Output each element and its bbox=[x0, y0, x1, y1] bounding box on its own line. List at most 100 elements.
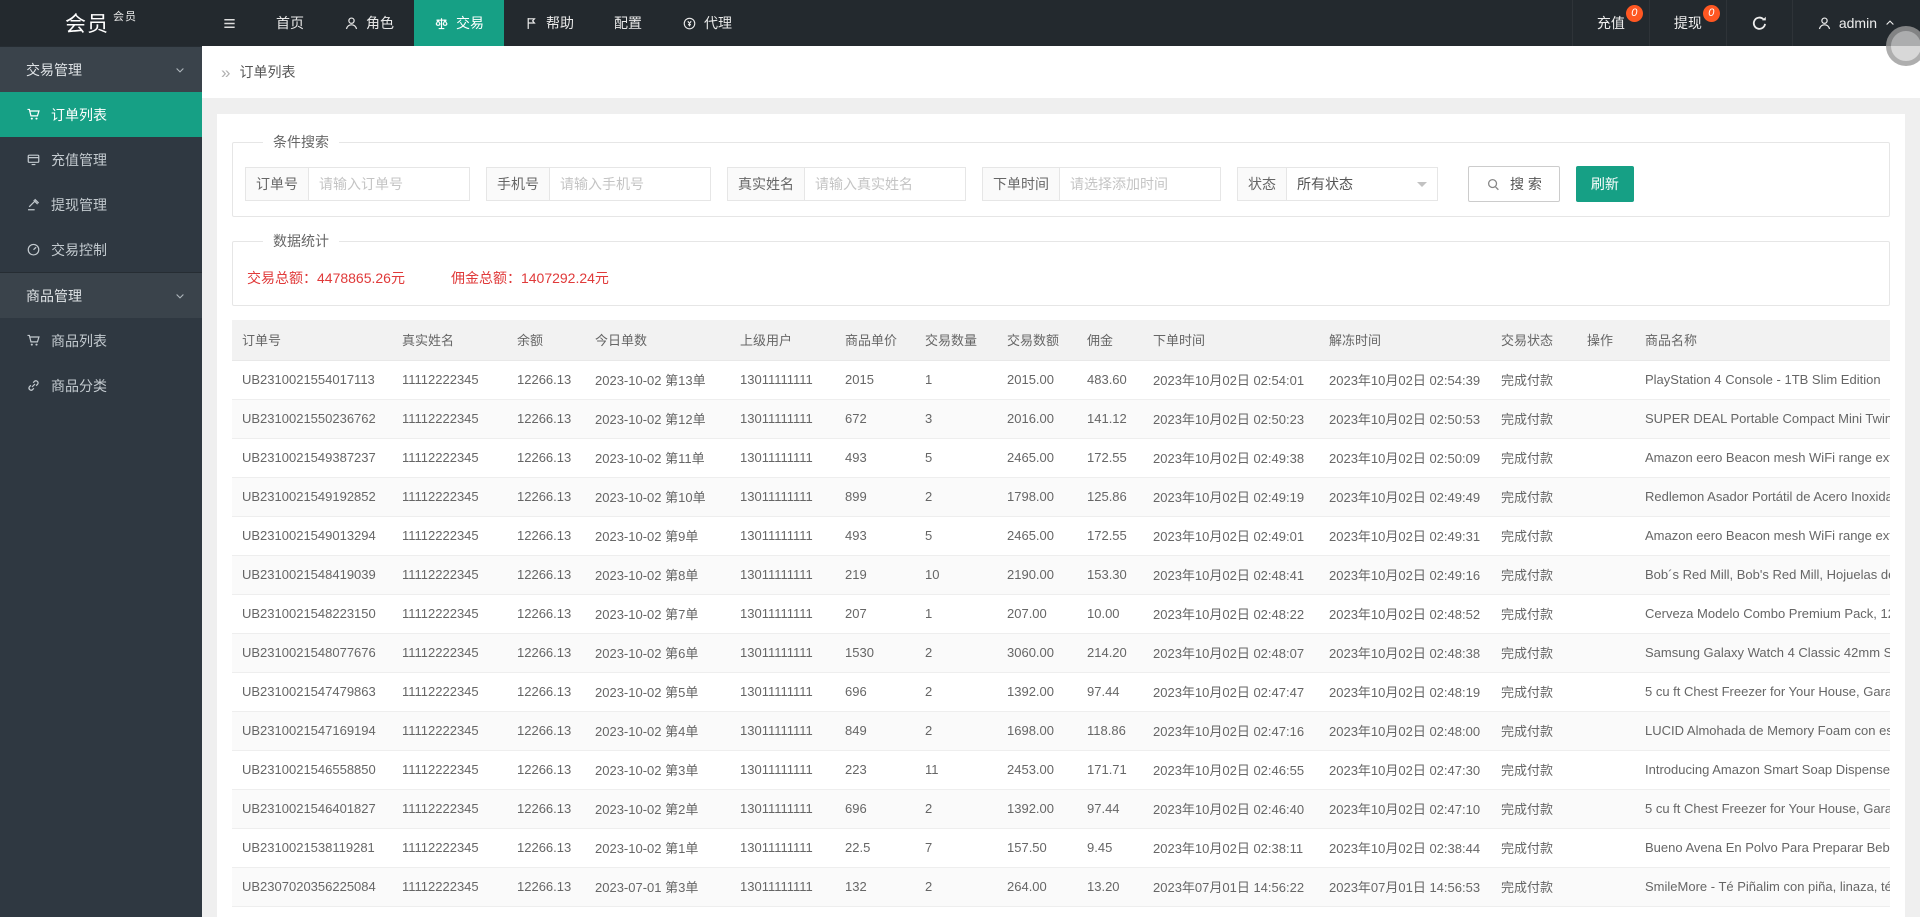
sidebar-item-trade-control[interactable]: 交易控制 bbox=[0, 227, 202, 272]
cell-amount: 2190.00 bbox=[997, 555, 1077, 595]
cell-real-name: 11112222345 bbox=[392, 594, 507, 634]
cell-unfreeze-time: 2023年10月02日 02:48:38 bbox=[1319, 633, 1491, 673]
cell-parent-user: 13011111111 bbox=[730, 711, 835, 751]
status-select[interactable]: 所有状态 bbox=[1286, 167, 1438, 201]
sidebar-section-product-management[interactable]: 商品管理 bbox=[0, 272, 202, 318]
column-header-product-name: 商品名称 bbox=[1635, 320, 1890, 361]
stats-line: 交易总额：4478865.26元 佣金总额：1407292.24元 bbox=[245, 265, 1877, 291]
cell-commission: 13.20 bbox=[1077, 867, 1143, 907]
cell-status: 完成付款 bbox=[1491, 828, 1577, 868]
cell-today-count: 2023-10-02 第12单 bbox=[585, 399, 730, 439]
cell-today-count: 2023-10-02 第4单 bbox=[585, 711, 730, 751]
cell-unfreeze-time: 2023年10月02日 02:38:44 bbox=[1319, 828, 1491, 868]
table-row: UB2310021548077676 11112222345 12266.13 202… bbox=[232, 633, 1890, 673]
sidebar-item-recharge-management[interactable]: 充值管理 bbox=[0, 137, 202, 182]
sidebar-item-product-list[interactable]: 商品列表 bbox=[0, 318, 202, 363]
cell-quantity: 11 bbox=[915, 750, 997, 790]
refresh-list-button[interactable]: 刷新 bbox=[1575, 166, 1634, 202]
status-label: 状态 bbox=[1237, 167, 1286, 201]
cell-commission: 171.71 bbox=[1077, 750, 1143, 790]
cell-real-name: 11112222345 bbox=[392, 750, 507, 790]
cell-unfreeze-time: 2023年10月02日 02:47:10 bbox=[1319, 789, 1491, 829]
menu-toggle-icon[interactable] bbox=[202, 0, 256, 46]
cell-commission: 9.45 bbox=[1077, 828, 1143, 868]
column-header-commission: 佣金 bbox=[1077, 320, 1143, 361]
cell-order-time: 2023年10月02日 02:48:22 bbox=[1143, 594, 1319, 634]
cell-unfreeze-time: 2023年10月02日 02:47:30 bbox=[1319, 750, 1491, 790]
cell-today-count: 2023-10-02 第9单 bbox=[585, 516, 730, 556]
withdraw-badge: 0 bbox=[1702, 5, 1720, 22]
sidebar-item-withdraw-management[interactable]: 提现管理 bbox=[0, 182, 202, 227]
cell-balance: 12266.13 bbox=[507, 906, 585, 917]
cell-quantity: 10 bbox=[915, 555, 997, 595]
table-row: UB2310021550236762 11112222345 12266.13 202… bbox=[232, 399, 1890, 439]
cell-balance: 12266.13 bbox=[507, 516, 585, 556]
table-row: UB2310021546558850 11112222345 12266.13 202… bbox=[232, 750, 1890, 790]
cell-commission: 97.44 bbox=[1077, 672, 1143, 712]
cell-action bbox=[1577, 828, 1635, 868]
sidebar-item-order-list[interactable]: 订单列表 bbox=[0, 92, 202, 137]
cell-today-count: 2023-07-01 第3单 bbox=[585, 867, 730, 907]
cell-action bbox=[1577, 360, 1635, 400]
main-content: » 订单列表 条件搜索 订单号 手机号 真实姓名 下单时间 bbox=[202, 46, 1920, 917]
cell-amount: 1698.00 bbox=[997, 711, 1077, 751]
cell-order-no: UB2310021548223150 bbox=[232, 594, 392, 634]
cell-parent-user: 13011111111 bbox=[730, 399, 835, 439]
nav-item-home[interactable]: 首页 bbox=[256, 0, 324, 46]
cell-status: 完成付款 bbox=[1491, 594, 1577, 634]
sidebar-item-product-category[interactable]: 商品分类 bbox=[0, 363, 202, 408]
cell-parent-user: 13011111111 bbox=[730, 516, 835, 556]
cell-amount: 2465.00 bbox=[997, 438, 1077, 478]
cell-quantity: 6 bbox=[915, 906, 997, 917]
phone-group: 手机号 bbox=[486, 167, 711, 201]
app-logo[interactable]: 会员 会员 bbox=[0, 0, 202, 46]
nav-item-agent[interactable]: 代理 bbox=[662, 0, 752, 46]
nav-recharge-link[interactable]: 充值 0 bbox=[1571, 0, 1649, 46]
main-nav: 首页 角色 交易 帮助 配置 代理 bbox=[256, 0, 752, 46]
page-title: 订单列表 bbox=[239, 64, 296, 80]
nav-withdraw-label: 提现 bbox=[1673, 15, 1702, 31]
real-name-input[interactable] bbox=[804, 167, 966, 201]
phone-input[interactable] bbox=[549, 167, 711, 201]
cell-balance: 12266.13 bbox=[507, 594, 585, 634]
cell-parent-user: 13011111111 bbox=[730, 555, 835, 595]
nav-item-roles[interactable]: 角色 bbox=[324, 0, 414, 46]
chevron-up-icon bbox=[1884, 17, 1896, 29]
refresh-button[interactable] bbox=[1725, 0, 1792, 46]
nav-withdraw-link[interactable]: 提现 0 bbox=[1648, 0, 1726, 46]
cell-quantity: 5 bbox=[915, 438, 997, 478]
cell-unit-price: 696 bbox=[835, 672, 915, 712]
search-row: 订单号 手机号 真实姓名 下单时间 状态 bbox=[245, 166, 1877, 202]
cell-order-time: 2023年07月01日 14:37:53 bbox=[1143, 906, 1319, 917]
cell-real-name: 11112222345 bbox=[392, 867, 507, 907]
cell-today-count: 2023-10-02 第2单 bbox=[585, 789, 730, 829]
order-no-input[interactable] bbox=[308, 167, 470, 201]
cell-commission: 141.12 bbox=[1077, 399, 1143, 439]
sidebar-section-trade-management[interactable]: 交易管理 bbox=[0, 46, 202, 92]
table-row: UB2310021548223150 11112222345 12266.13 202… bbox=[232, 594, 1890, 634]
cell-order-time: 2023年10月02日 02:48:07 bbox=[1143, 633, 1319, 673]
cell-product-name: Amazon eero Beacon mesh WiFi range exten… bbox=[1635, 438, 1890, 478]
nav-item-help[interactable]: 帮助 bbox=[504, 0, 594, 46]
cell-balance: 12266.13 bbox=[507, 555, 585, 595]
cell-unit-price: 672 bbox=[835, 399, 915, 439]
cell-balance: 12266.13 bbox=[507, 477, 585, 517]
cell-amount: 1798.00 bbox=[997, 477, 1077, 517]
phone-label: 手机号 bbox=[486, 167, 549, 201]
order-time-input[interactable] bbox=[1059, 167, 1221, 201]
column-header-amount: 交易数额 bbox=[997, 320, 1077, 361]
floating-circle-button[interactable] bbox=[1886, 26, 1920, 66]
real-name-group: 真实姓名 bbox=[727, 167, 966, 201]
cell-unit-price: 696 bbox=[835, 789, 915, 829]
nav-item-config[interactable]: 配置 bbox=[594, 0, 662, 46]
nav-item-label: 代理 bbox=[704, 15, 732, 31]
cell-balance: 12266.13 bbox=[507, 750, 585, 790]
cell-order-time: 2023年10月02日 02:47:47 bbox=[1143, 672, 1319, 712]
cell-balance: 12266.13 bbox=[507, 633, 585, 673]
cell-order-time: 2023年10月02日 02:49:19 bbox=[1143, 477, 1319, 517]
cell-balance: 12266.13 bbox=[507, 711, 585, 751]
cell-order-no: UB2310021546401827 bbox=[232, 789, 392, 829]
navbar-right: 充值 0 提现 0 admin bbox=[1571, 0, 1920, 46]
nav-item-trade[interactable]: 交易 bbox=[414, 0, 504, 46]
search-button[interactable]: 搜 索 bbox=[1468, 166, 1560, 202]
